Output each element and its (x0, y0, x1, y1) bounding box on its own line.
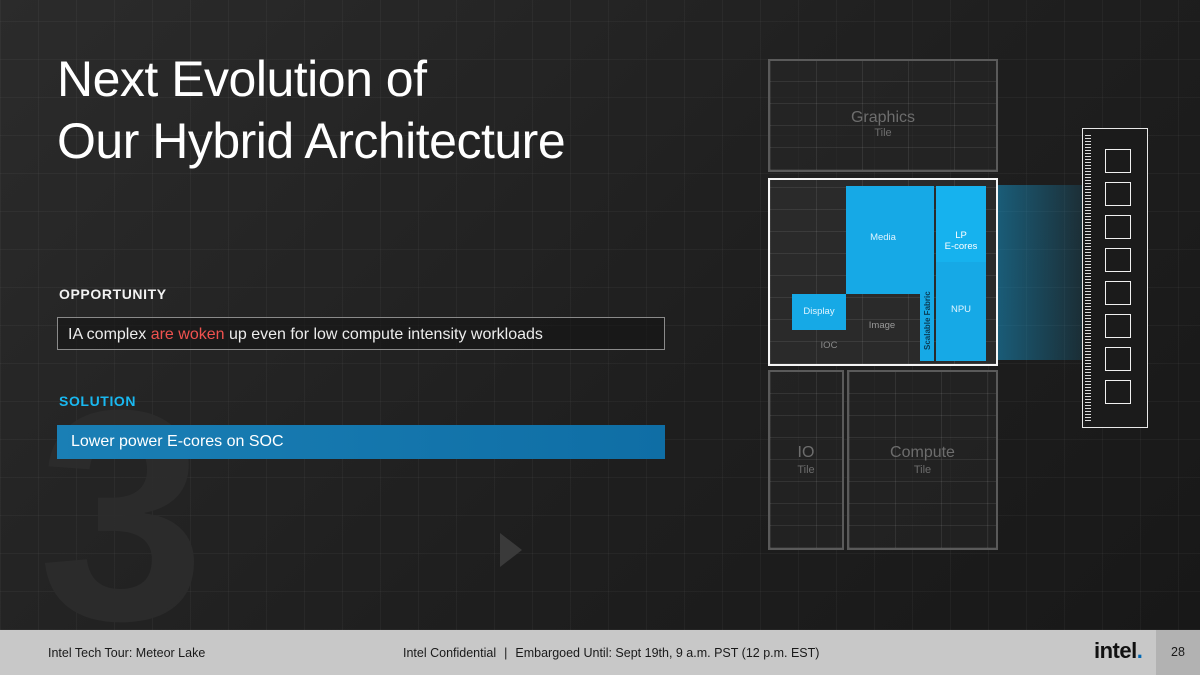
logo-dot: . (1136, 638, 1143, 663)
memory-chip (1105, 380, 1131, 404)
slide-title: Next Evolution of Our Hybrid Architectur… (57, 48, 566, 172)
compute-tile: Compute Tile (847, 370, 998, 550)
title-line-2: Our Hybrid Architecture (57, 113, 566, 169)
opportunity-text-start: IA complex (68, 326, 151, 343)
io-tile-sub: Tile (797, 464, 815, 476)
scalable-fabric-label: Scalable Fabric (923, 291, 932, 350)
lp-ecores-block: LP E-cores (936, 186, 986, 262)
image-label: Image (868, 320, 896, 331)
confidential-text: Intel Confidential (403, 646, 497, 660)
memory-chip (1105, 281, 1131, 305)
solution-box: Lower power E-cores on SOC (57, 425, 665, 459)
page-number: 28 (1156, 630, 1200, 675)
npu-label: NPU (950, 304, 972, 315)
compute-tile-sub: Tile (913, 464, 932, 476)
footer: Intel Tech Tour: Meteor Lake Intel Confi… (0, 630, 1200, 675)
footer-confidential: Intel Confidential | Embargoed Until: Sept… (403, 646, 819, 660)
io-tile-name: IO (797, 444, 815, 461)
memory-chip (1105, 347, 1131, 371)
memory-chip (1105, 215, 1131, 239)
media-block: Media (846, 186, 920, 294)
ioc-label: IOC (820, 340, 838, 351)
memory-chip (1105, 182, 1131, 206)
opportunity-highlight: are woken (150, 326, 225, 343)
title-line-1: Next Evolution of (57, 51, 427, 107)
memory-module-icon (1082, 128, 1148, 428)
soc-memory-beam (998, 185, 1084, 360)
display-block: Display (792, 294, 846, 330)
memory-pins (1085, 135, 1091, 421)
solution-label: SOLUTION (59, 393, 137, 409)
opportunity-box: IA complex are woken up even for low com… (57, 317, 665, 350)
memory-chip (1105, 149, 1131, 173)
ecores-label: E-cores (944, 241, 978, 252)
opportunity-label: OPPORTUNITY (59, 286, 167, 302)
soc-tile: Media Scalable Fabric LP E-cores NPU Dis… (768, 178, 998, 366)
compute-tile-name: Compute (890, 444, 955, 461)
npu-block: NPU (936, 262, 986, 361)
footer-event-title: Intel Tech Tour: Meteor Lake (48, 646, 206, 660)
footer-separator: | (504, 646, 508, 660)
intel-logo: intel. (1094, 638, 1143, 664)
logo-text: intel (1094, 638, 1137, 663)
embargo-text: Embargoed Until: Sept 19th, 9 a.m. PST (… (515, 646, 820, 660)
graphics-tile-name: Graphics (850, 109, 916, 126)
memory-chip (1105, 248, 1131, 272)
opportunity-text-end: up even for low compute intensity worklo… (224, 326, 543, 343)
display-label: Display (803, 306, 835, 317)
graphics-tile: Graphics Tile (768, 59, 998, 172)
media-label: Media (870, 232, 896, 243)
io-tile: IO Tile (768, 370, 844, 550)
graphics-tile-sub: Tile (874, 127, 892, 139)
slide: 3 Next Evolution of Our Hybrid Architect… (0, 0, 1200, 630)
memory-chip (1105, 314, 1131, 338)
lp-label: LP (955, 230, 967, 241)
chevron-right-icon (500, 533, 522, 567)
